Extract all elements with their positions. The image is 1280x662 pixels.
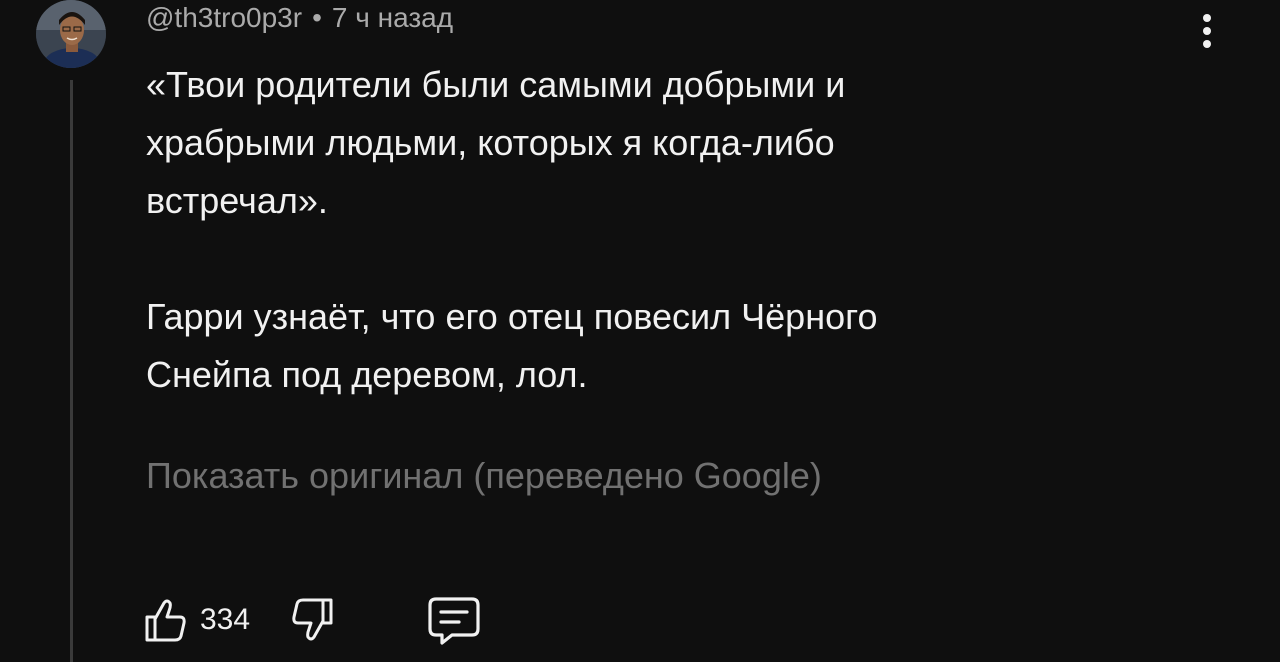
like-count: 334 bbox=[200, 603, 251, 636]
comment-reply-icon bbox=[428, 597, 480, 645]
more-vertical-icon bbox=[1203, 14, 1211, 48]
thumbs-down-icon bbox=[292, 598, 333, 641]
comment-text-line: Снейпа под деревом, лол. bbox=[146, 354, 588, 395]
comment-text-line: храбрыми людьми, которых я когда-либо bbox=[146, 122, 835, 163]
thumbs-up-icon bbox=[145, 599, 186, 642]
author-name[interactable]: @th3tro0p3r bbox=[146, 2, 302, 34]
comment-actions: 334 bbox=[140, 592, 482, 648]
thread-line bbox=[70, 80, 73, 662]
show-original-link[interactable]: Показать оригинал (переведено Google) bbox=[146, 452, 822, 500]
dislike-button[interactable] bbox=[288, 595, 338, 645]
comment-header: @th3tro0p3r • 7 ч назад bbox=[146, 0, 453, 36]
like-button[interactable]: 334 bbox=[140, 595, 250, 645]
comment: @th3tro0p3r • 7 ч назад «Твои родители б… bbox=[0, 0, 1280, 662]
comment-text: «Твои родители были самыми добрыми и хра… bbox=[146, 56, 1146, 404]
comment-time[interactable]: 7 ч назад bbox=[332, 2, 453, 34]
comment-text-line: Гарри узнаёт, что его отец повесил Чёрно… bbox=[146, 296, 878, 337]
comment-text-line: «Твои родители были самыми добрыми и bbox=[146, 64, 846, 105]
meta-separator: • bbox=[312, 2, 322, 33]
avatar[interactable] bbox=[36, 0, 106, 68]
comment-text-line: встречал». bbox=[146, 180, 328, 221]
reply-button[interactable] bbox=[426, 593, 482, 647]
more-options-button[interactable] bbox=[1192, 10, 1222, 50]
user-avatar-icon bbox=[36, 0, 106, 68]
